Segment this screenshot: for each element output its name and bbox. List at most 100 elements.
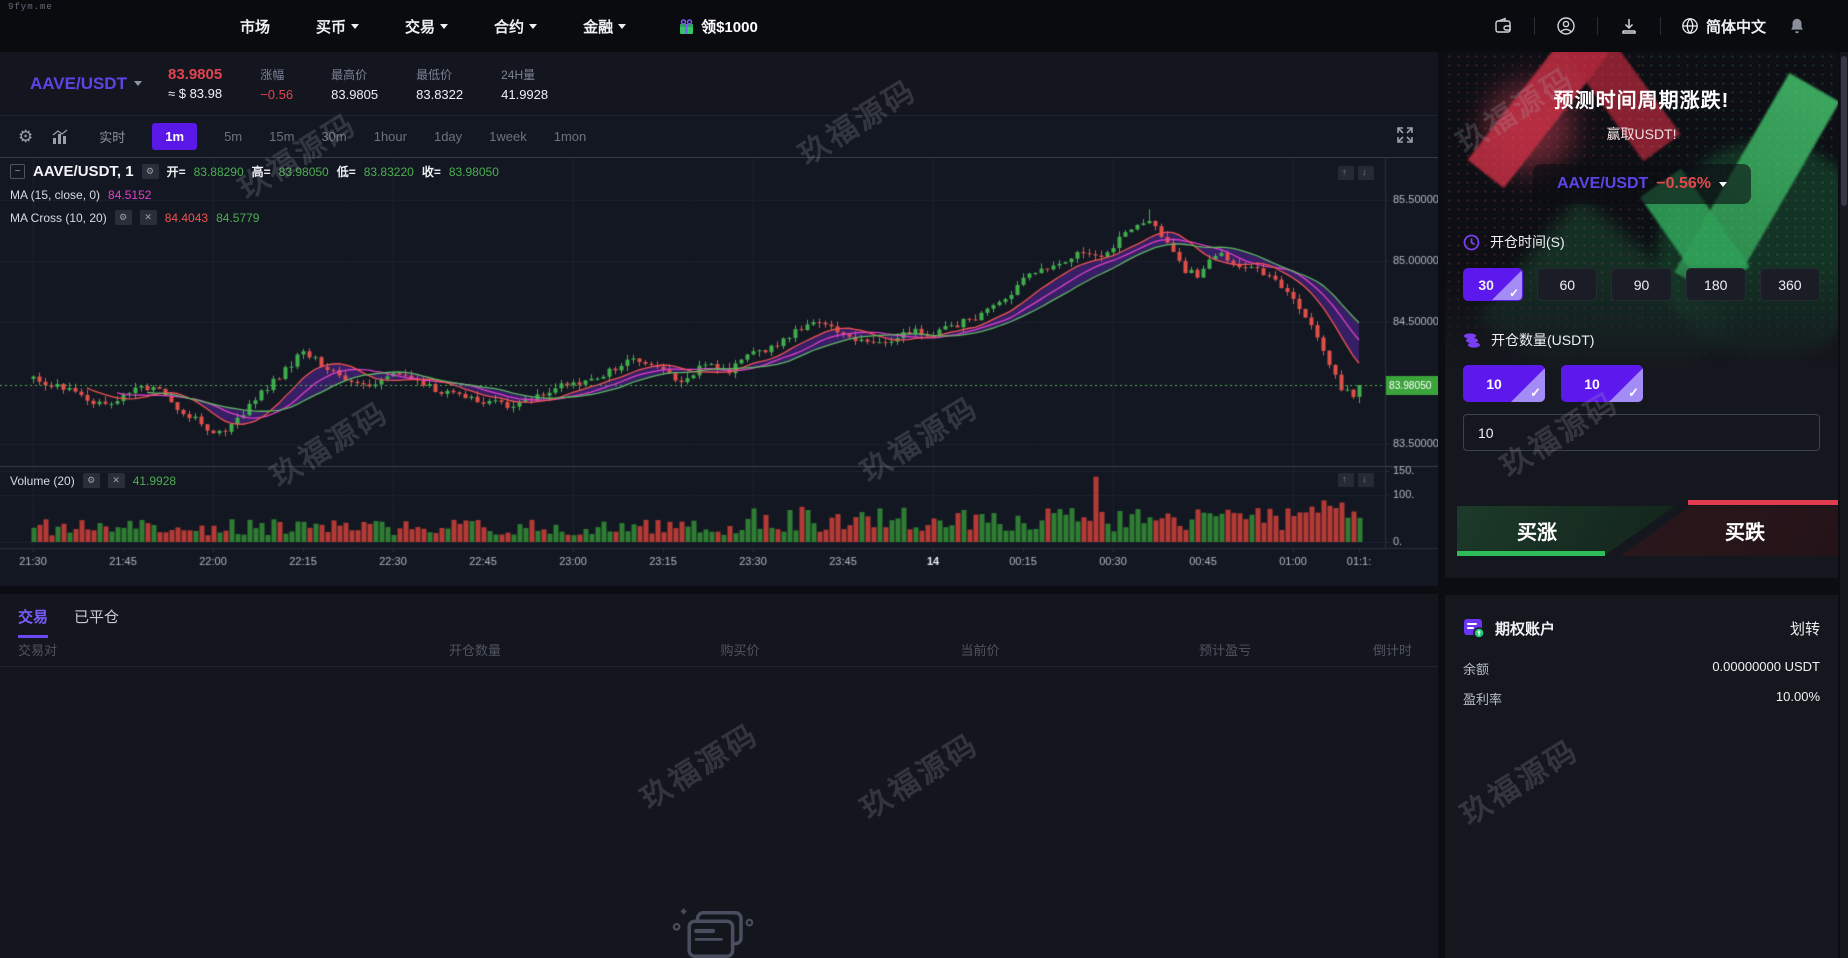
low-value: 83.83220 [364,165,414,179]
open-label: 开= [167,163,186,180]
gift-icon [678,18,695,35]
nav-item-交易[interactable]: 交易 [405,16,448,37]
macross-label: MA Cross (10, 20) [10,211,107,225]
timeframe-5m[interactable]: 5m [224,129,242,144]
nav-item-买币[interactable]: 买币 [316,16,359,37]
stat-label: 最低价 [416,66,463,83]
time-option-360[interactable]: 360 [1760,268,1820,301]
account-row-余额: 余额 0.00000000 USDT [1463,659,1820,678]
timeframe-15m[interactable]: 15m [269,129,294,144]
open-amount-section: 开仓数量(USDT) [1463,330,1594,350]
macross-legend: MA Cross (10, 20) ⚙ ✕ 84.4043 84.5779 [10,210,259,225]
stat-涨幅: 涨幅 −0.56 [260,66,293,102]
nav-item-label: 合约 [494,16,524,37]
nav-item-金融[interactable]: 金融 [583,16,626,37]
close-label: 收= [422,163,441,180]
ma-label: MA (15, close, 0) [10,188,100,202]
language-selector[interactable]: 简体中文 [1681,16,1766,37]
close-value: 83.98050 [449,165,499,179]
pair-label: AAVE/USDT [30,74,127,94]
legend-symbol: AAVE/USDT, 1 [33,163,134,180]
macross-value2: 84.5779 [216,211,259,225]
preset-label: 10 [1486,376,1502,392]
nav-item-市场[interactable]: 市场 [240,16,270,37]
macross-value1: 84.4043 [165,211,208,225]
wallet-icon[interactable] [1492,15,1514,37]
banner-title: 预测时间周期涨跌! [1445,84,1838,113]
nav-item-合约[interactable]: 合约 [494,16,537,37]
stat-value: 83.8322 [416,87,463,102]
transfer-link[interactable]: 划转 [1790,618,1820,639]
check-icon: ✓ [1628,385,1639,401]
indicator-icon[interactable] [51,129,69,145]
timeframe-1mon[interactable]: 1mon [554,129,587,144]
timeframe-row: 实时 1m 5m 15m 30m 1hour 1day 1week 1mon [99,123,586,150]
user-icon[interactable] [1555,15,1577,37]
pair-selector-dropdown[interactable]: AAVE/USDT −0.56% [1533,164,1751,204]
ma-legend: MA (15, close, 0) 84.5152 [10,188,151,202]
row-label: 盈利率 [1463,689,1502,708]
download-icon[interactable] [1618,15,1640,37]
coins-icon [1463,332,1481,348]
tab-交易[interactable]: 交易 [18,606,48,638]
time-option-180[interactable]: 180 [1686,268,1746,301]
timeframe-1m[interactable]: 1m [152,123,197,150]
time-option-90[interactable]: 90 [1611,268,1671,301]
column-预计盈亏: 预计盈亏 [1100,640,1350,659]
price-block: 83.9805 ≈ $ 83.98 [168,66,222,101]
time-option-60[interactable]: 60 [1537,268,1597,301]
settings-gear-icon[interactable]: ⚙ [18,127,33,147]
timeframe-30m[interactable]: 30m [321,129,346,144]
stat-最低价: 最低价 83.8322 [416,66,463,102]
stat-label: 24H量 [501,66,548,83]
amount-preset-2[interactable]: 10 ✓ [1561,365,1643,402]
time-option-label: 90 [1634,277,1650,293]
open-value: 83.88290 [194,165,244,179]
column-倒计时: 倒计时 [1350,640,1412,659]
nav-item-label: 市场 [240,16,270,37]
timeframe-1week[interactable]: 1week [489,129,527,144]
gear-icon[interactable]: ⚙ [83,473,100,488]
time-option-30[interactable]: 30✓ [1463,268,1523,301]
pair-dropdown[interactable]: AAVE/USDT [30,74,142,94]
gear-icon[interactable]: ⚙ [142,164,159,179]
timeframe-1hour[interactable]: 1hour [374,129,407,144]
gear-icon[interactable]: ⚙ [115,210,132,225]
check-icon: ✓ [1530,385,1541,401]
preset-label: 10 [1584,376,1600,392]
site-tag: 9fym.me [8,2,53,12]
bell-icon[interactable] [1786,15,1808,37]
chevron-down-icon [529,24,537,29]
time-options: 30✓ 60 90 180 360 [1463,268,1820,301]
divider [1534,17,1535,35]
time-option-label: 360 [1778,277,1801,293]
account-header: 期权账户 划转 [1463,617,1820,639]
time-option-label: 60 [1560,277,1576,293]
column-购买价: 购买价 [620,640,860,659]
low-label: 低= [337,163,356,180]
account-row-盈利率: 盈利率 10.00% [1463,689,1820,708]
tab-已平仓[interactable]: 已平仓 [74,606,119,638]
account-title: 期权账户 [1495,618,1555,639]
chevron-down-icon [440,24,448,29]
close-icon[interactable]: ✕ [108,473,125,488]
promo-button[interactable]: 领$1000 [678,16,758,37]
timeframe-1day[interactable]: 1day [434,129,462,144]
time-option-label: 180 [1704,277,1727,293]
amount-preset-1[interactable]: 10 ✓ [1463,365,1545,402]
close-icon[interactable]: ✕ [140,210,157,225]
scrollbar-thumb[interactable] [1841,56,1847,206]
fullscreen-icon[interactable] [1394,124,1416,151]
collapse-icon[interactable]: − [10,164,25,179]
nav-item-label: 金融 [583,16,613,37]
last-price: 83.9805 [168,66,222,83]
stat-最高价: 最高价 83.9805 [331,66,378,102]
approx-price: ≈ $ 83.98 [168,86,222,101]
amount-input[interactable] [1463,414,1820,451]
buy-up-accent [1457,551,1605,556]
positions-tabs: 交易已平仓 [18,606,119,638]
open-time-label: 开仓时间(S) [1490,232,1565,252]
column-开仓数量: 开仓数量 [330,640,620,659]
timeframe-实时[interactable]: 实时 [99,127,125,146]
stat-24H量: 24H量 41.9928 [501,66,548,102]
